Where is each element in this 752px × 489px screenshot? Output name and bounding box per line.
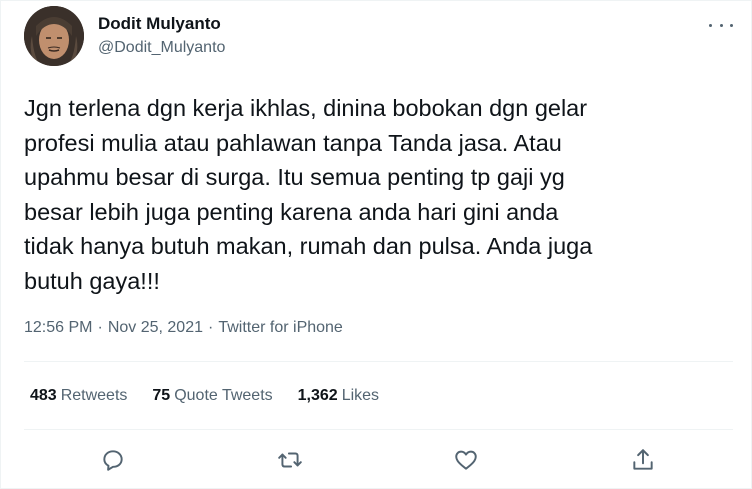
tweet-time[interactable]: 12:56 PM bbox=[24, 319, 92, 337]
tweet-text: Jgn terlena dgn kerja ikhlas, dinina bob… bbox=[24, 95, 593, 294]
likes-label: Likes bbox=[341, 387, 380, 404]
reply-icon[interactable] bbox=[100, 447, 126, 473]
heart-icon[interactable] bbox=[453, 447, 479, 473]
divider bbox=[24, 429, 733, 430]
quotes-label: Quote Tweets bbox=[174, 387, 273, 404]
retweets-stat[interactable]: 483 Retweets bbox=[30, 387, 127, 405]
tweet-date[interactable]: Nov 25, 2021 bbox=[108, 319, 203, 337]
quotes-stat[interactable]: 75 Quote Tweets bbox=[152, 387, 272, 405]
action-bar bbox=[1, 441, 752, 477]
tweet-meta: 12:56 PM · Nov 25, 2021 · Twitter for iP… bbox=[24, 319, 343, 337]
meta-separator: · bbox=[97, 319, 103, 336]
author-handle[interactable]: @Dodit_Mulyanto bbox=[98, 39, 225, 57]
tweet-stats: 483 Retweets 75 Quote Tweets 1,362 Likes bbox=[30, 387, 379, 405]
tweet-source[interactable]: Twitter for iPhone bbox=[218, 319, 343, 337]
share-icon[interactable] bbox=[630, 447, 656, 473]
likes-count: 1,362 bbox=[297, 387, 338, 404]
tweet-card: Dodit Mulyanto @Dodit_Mulyanto Jgn terle… bbox=[0, 0, 752, 489]
avatar[interactable] bbox=[24, 6, 84, 66]
retweets-count: 483 bbox=[30, 387, 57, 404]
likes-stat[interactable]: 1,362 Likes bbox=[298, 387, 379, 405]
quotes-count: 75 bbox=[152, 387, 171, 404]
more-icon[interactable] bbox=[709, 15, 733, 35]
retweets-label: Retweets bbox=[60, 387, 128, 404]
retweet-icon[interactable] bbox=[277, 447, 303, 473]
meta-separator: · bbox=[208, 319, 214, 336]
divider bbox=[24, 361, 733, 362]
author-name[interactable]: Dodit Mulyanto bbox=[98, 14, 221, 34]
